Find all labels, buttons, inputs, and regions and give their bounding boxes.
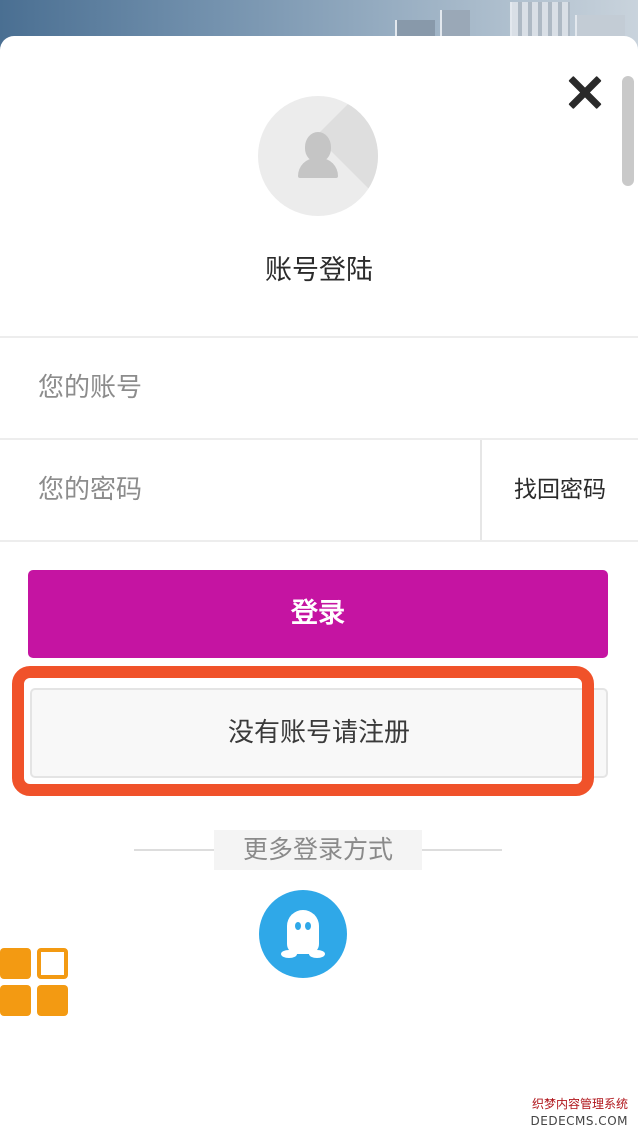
account-input[interactable] [38, 338, 598, 438]
watermark-line2: DEDECMS.COM [530, 1114, 628, 1128]
scrollbar[interactable] [622, 76, 634, 186]
watermark-line1: 织梦内容管理系统 [531, 1097, 628, 1111]
grid-menu-icon[interactable] [0, 948, 68, 1016]
password-input[interactable] [38, 440, 458, 540]
user-avatar-icon [258, 96, 378, 216]
more-login-label: 更多登录方式 [214, 830, 422, 870]
watermark: 织梦内容管理系统 DEDECMS.COM [522, 1096, 638, 1134]
password-field: 找回密码 [0, 440, 638, 540]
close-icon[interactable] [562, 70, 608, 116]
login-panel: 账号登陆 找回密码 登录 没有账号请注册 更多登录方式 [0, 36, 638, 1134]
highlight-box [12, 666, 594, 796]
find-password-link[interactable]: 找回密码 [482, 440, 638, 540]
divider-line [422, 849, 502, 851]
page-title: 账号登陆 [265, 255, 373, 286]
login-button[interactable]: 登录 [28, 570, 608, 658]
divider-line [134, 849, 214, 851]
qq-login-button[interactable] [259, 890, 347, 978]
account-field [0, 338, 638, 438]
divider [0, 540, 638, 542]
